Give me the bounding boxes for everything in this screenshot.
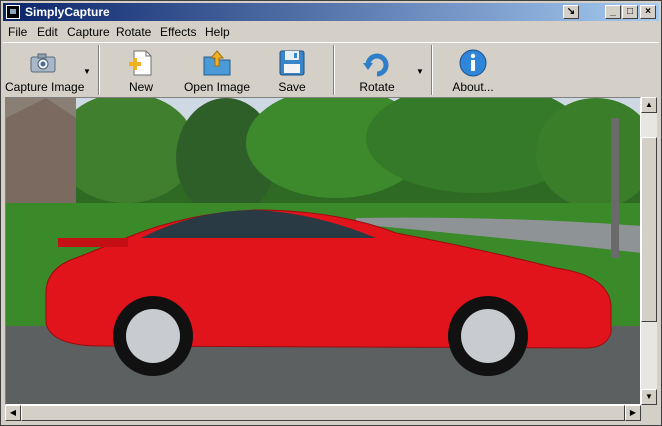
app-icon[interactable] <box>6 5 20 19</box>
info-icon <box>459 49 487 77</box>
open-image-button[interactable]: Open Image <box>183 46 251 96</box>
about-label: About... <box>452 80 494 94</box>
resize-grip[interactable] <box>641 405 657 421</box>
maximize-button[interactable]: □ <box>622 5 638 19</box>
rotate-label: Rotate <box>359 80 395 94</box>
toolbar: Capture Image ▼ New Open Image Save Rota… <box>3 42 659 97</box>
save-label: Save <box>278 80 306 94</box>
rotate-icon <box>363 53 389 77</box>
floppy-disk-icon <box>279 50 305 76</box>
new-document-icon <box>129 50 152 76</box>
horizontal-scrollbar[interactable]: ◀ ▶ <box>5 405 641 421</box>
horizontal-scroll-thumb[interactable] <box>21 405 625 421</box>
image-canvas[interactable] <box>5 97 641 405</box>
menu-help[interactable]: Help <box>205 25 230 39</box>
new-label: New <box>128 80 153 94</box>
capture-image-label: Capture Image <box>5 80 85 94</box>
scroll-up-button[interactable]: ▲ <box>641 97 657 113</box>
capture-dropdown-arrow[interactable]: ▼ <box>83 67 91 76</box>
app-window: SimplyCapture ↘ _ □ × File Edit Capture … <box>0 0 662 426</box>
menu-capture[interactable]: Capture <box>67 25 110 39</box>
close-button[interactable]: × <box>640 5 656 19</box>
menu-rotate[interactable]: Rotate <box>116 25 151 39</box>
open-image-label: Open Image <box>183 80 251 94</box>
about-button[interactable]: About... <box>447 46 499 96</box>
vertical-scrollbar[interactable]: ▲ ▼ <box>641 97 657 405</box>
rotate-dropdown-arrow[interactable]: ▼ <box>416 67 424 76</box>
window-title: SimplyCapture <box>25 5 110 19</box>
camera-icon <box>30 53 56 73</box>
open-folder-icon <box>203 50 231 76</box>
menu-edit[interactable]: Edit <box>37 25 58 39</box>
scroll-right-button[interactable]: ▶ <box>625 405 641 421</box>
scroll-down-button[interactable]: ▼ <box>641 389 657 405</box>
toolbar-separator <box>431 45 433 95</box>
menu-effects[interactable]: Effects <box>160 25 196 39</box>
minimize-button[interactable]: _ <box>605 5 621 19</box>
rotate-button[interactable]: Rotate <box>349 46 405 96</box>
menu-bar: File Edit Capture Rotate Effects Help <box>3 22 659 41</box>
toolbar-separator <box>333 45 335 95</box>
resize-arrow-button[interactable]: ↘ <box>563 5 579 19</box>
vertical-scroll-thumb[interactable] <box>641 137 657 322</box>
toolbar-separator <box>98 45 100 95</box>
save-button[interactable]: Save <box>269 46 315 96</box>
capture-image-button[interactable]: Capture Image <box>5 46 85 96</box>
scroll-left-button[interactable]: ◀ <box>5 405 21 421</box>
car-photo <box>6 98 640 404</box>
new-button[interactable]: New <box>113 46 169 96</box>
title-bar[interactable]: SimplyCapture ↘ _ □ × <box>3 3 659 21</box>
menu-file[interactable]: File <box>8 25 27 39</box>
